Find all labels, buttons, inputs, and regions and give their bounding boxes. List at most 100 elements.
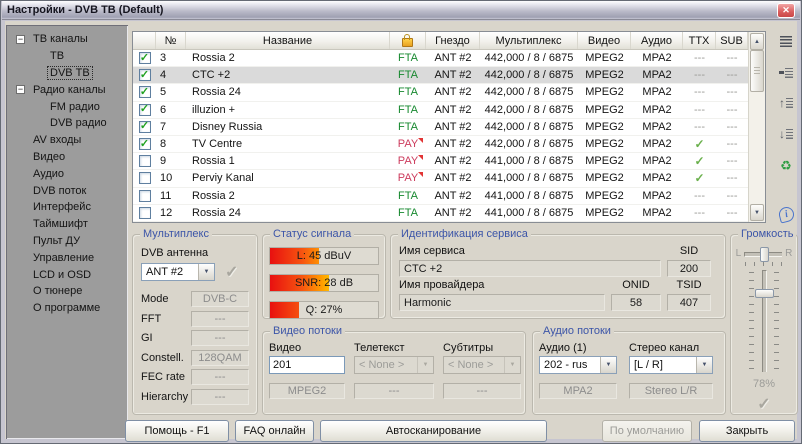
channel-name: Rossia 2	[186, 50, 390, 66]
channel-sub: ---	[716, 153, 748, 169]
dropdown-icon[interactable]: ▼	[600, 357, 616, 373]
balance-slider[interactable]	[744, 247, 782, 260]
tree-collapse-icon[interactable]: −	[16, 85, 25, 94]
audio-track-select[interactable]: 202 - rus ▼	[539, 356, 617, 374]
tree-item[interactable]: ТВ	[6, 48, 128, 65]
channel-enabled-checkbox[interactable]	[139, 207, 151, 219]
channel-enabled-checkbox[interactable]: ✓	[139, 104, 151, 116]
subtitles-select: < None > ▼	[443, 356, 521, 374]
channel-video-codec: MPEG2	[578, 102, 631, 118]
channel-row[interactable]: 9 Rossia 1 PAY ANT #2 441,000 / 8 / 6875…	[133, 153, 748, 170]
channel-row[interactable]: ✓ 4 CTC +2 FTA ANT #2 442,000 / 8 / 6875…	[133, 67, 748, 84]
access-type-label: FTA	[398, 86, 418, 98]
access-type-label: FTA	[398, 190, 418, 202]
tree-item[interactable]: Интерфейс	[6, 199, 128, 216]
table-scrollbar[interactable]: ▲ ▼	[748, 32, 765, 222]
close-button[interactable]: ✕	[777, 3, 795, 18]
column-header-video[interactable]: Видео	[578, 32, 631, 49]
channel-toolbar: ↑ ↓ ♻ i	[771, 31, 801, 235]
tree-item[interactable]: DVB поток	[6, 182, 128, 199]
channel-enabled-checkbox[interactable]: ✓	[139, 69, 151, 81]
channel-row[interactable]: ✓ 6 illuzion + FTA ANT #2 442,000 / 8 / …	[133, 102, 748, 119]
column-header-access[interactable]	[390, 32, 426, 49]
channel-enabled-checkbox[interactable]: ✓	[139, 86, 151, 98]
video-pid-input[interactable]	[269, 356, 345, 374]
move-channel-down-button[interactable]: ↓	[773, 124, 799, 144]
dropdown-icon[interactable]: ▼	[696, 357, 712, 373]
channel-row[interactable]: ✓ 8 TV Centre PAY ANT #2 442,000 / 8 / 6…	[133, 136, 748, 153]
list-icon	[780, 36, 792, 47]
scroll-down-button[interactable]: ▼	[750, 204, 764, 221]
select-channels-button[interactable]	[773, 31, 799, 51]
channel-enabled-checkbox[interactable]	[139, 172, 151, 184]
channel-row[interactable]: 10 Perviy Kanal PAY ANT #2 441,000 / 8 /…	[133, 170, 748, 187]
column-header-ttx[interactable]: TTX	[683, 32, 716, 49]
volume-apply-button[interactable]: ✓	[757, 394, 770, 414]
channel-video-codec: MPEG2	[578, 67, 631, 83]
tree-item[interactable]: Аудио	[6, 165, 128, 182]
teletext-info-field: ---	[354, 383, 434, 399]
antenna-select[interactable]: ANT #2 ▼	[141, 263, 215, 281]
channel-row[interactable]: 12 Rossia 24 FTA ANT #2 441,000 / 8 / 68…	[133, 205, 748, 222]
column-header-multiplex[interactable]: Мультиплекс	[480, 32, 578, 49]
scroll-thumb[interactable]	[750, 50, 764, 92]
tree-item[interactable]: Пульт ДУ	[6, 233, 128, 250]
tsid-field: 407	[667, 294, 711, 311]
help-button[interactable]: Помощь - F1	[125, 420, 229, 442]
tree-item[interactable]: DVB ТВ	[6, 65, 128, 82]
scroll-up-button[interactable]: ▲	[750, 33, 764, 50]
tree-item[interactable]: Управление	[6, 249, 128, 266]
tree-item[interactable]: FM радио	[6, 98, 128, 115]
tree-item[interactable]: Видео	[6, 149, 128, 166]
autoscan-button[interactable]: Автосканирование	[320, 420, 547, 442]
tree-item[interactable]: О программе	[6, 300, 128, 317]
channel-enabled-checkbox[interactable]: ✓	[139, 121, 151, 133]
faq-button[interactable]: FAQ онлайн	[235, 420, 314, 442]
signal-quality-label: Q: 27%	[270, 302, 378, 318]
volume-slider[interactable]	[747, 270, 781, 372]
tree-item[interactable]: LCD и OSD	[6, 266, 128, 283]
channel-ttx: ---	[683, 50, 716, 66]
tree-item[interactable]: DVB радио	[6, 115, 128, 132]
column-header-enabled[interactable]	[133, 32, 156, 49]
channel-row[interactable]: ✓ 5 Rossia 24 FTA ANT #2 442,000 / 8 / 6…	[133, 84, 748, 101]
move-channel-up-button[interactable]: ↑	[773, 93, 799, 113]
subtitles-label: Субтитры	[443, 342, 521, 356]
channel-multiplex: 441,000 / 8 / 6875	[480, 170, 578, 186]
tree-collapse-icon[interactable]: −	[16, 35, 25, 44]
title-bar[interactable]: Настройки - DVB ТВ (Default) ✕	[2, 1, 800, 20]
audio-streams-group: Аудио потоки Аудио (1) Стерео канал 202 …	[532, 331, 726, 415]
antenna-apply-button[interactable]: ✓	[225, 262, 238, 282]
tree-item[interactable]: Таймшифт	[6, 216, 128, 233]
renumber-channels-button[interactable]	[773, 62, 799, 82]
balance-thumb[interactable]	[760, 247, 769, 262]
channel-row[interactable]: ✓ 3 Rossia 2 FTA ANT #2 442,000 / 8 / 68…	[133, 50, 748, 67]
channel-info-button[interactable]: i	[773, 204, 799, 224]
refresh-channels-button[interactable]: ♻	[773, 155, 799, 175]
channel-enabled-checkbox[interactable]: ✓	[139, 138, 151, 150]
tree-item[interactable]: −Радио каналы	[6, 81, 128, 98]
channel-enabled-checkbox[interactable]: ✓	[139, 52, 151, 64]
stereo-mode-select[interactable]: [L / R] ▼	[629, 356, 713, 374]
tree-item[interactable]: AV входы	[6, 132, 128, 149]
channel-sub: ---	[716, 188, 748, 204]
channel-enabled-checkbox[interactable]	[139, 155, 151, 167]
dropdown-icon[interactable]: ▼	[198, 264, 214, 280]
tree-item[interactable]: О тюнере	[6, 283, 128, 300]
column-header-number[interactable]: №	[156, 32, 186, 49]
arrow-down-icon: ↓	[779, 128, 793, 140]
column-header-name[interactable]: Название	[186, 32, 390, 49]
channel-row[interactable]: 11 Rossia 2 FTA ANT #2 441,000 / 8 / 687…	[133, 188, 748, 205]
channel-row[interactable]: ✓ 7 Disney Russia FTA ANT #2 442,000 / 8…	[133, 119, 748, 136]
close-dialog-button[interactable]: Закрыть	[699, 420, 795, 442]
video-pid-label: Видео	[269, 342, 345, 356]
tree-item[interactable]: −ТВ каналы	[6, 31, 128, 48]
channel-enabled-checkbox[interactable]	[139, 190, 151, 202]
column-header-sub[interactable]: SUB	[716, 32, 748, 49]
column-header-audio[interactable]: Аудио	[631, 32, 683, 49]
column-header-socket[interactable]: Гнездо	[426, 32, 480, 49]
channel-multiplex: 442,000 / 8 / 6875	[480, 136, 578, 152]
volume-thumb[interactable]	[755, 289, 774, 298]
tree-item-label: DVB поток	[30, 184, 89, 198]
channel-number: 12	[156, 205, 186, 221]
